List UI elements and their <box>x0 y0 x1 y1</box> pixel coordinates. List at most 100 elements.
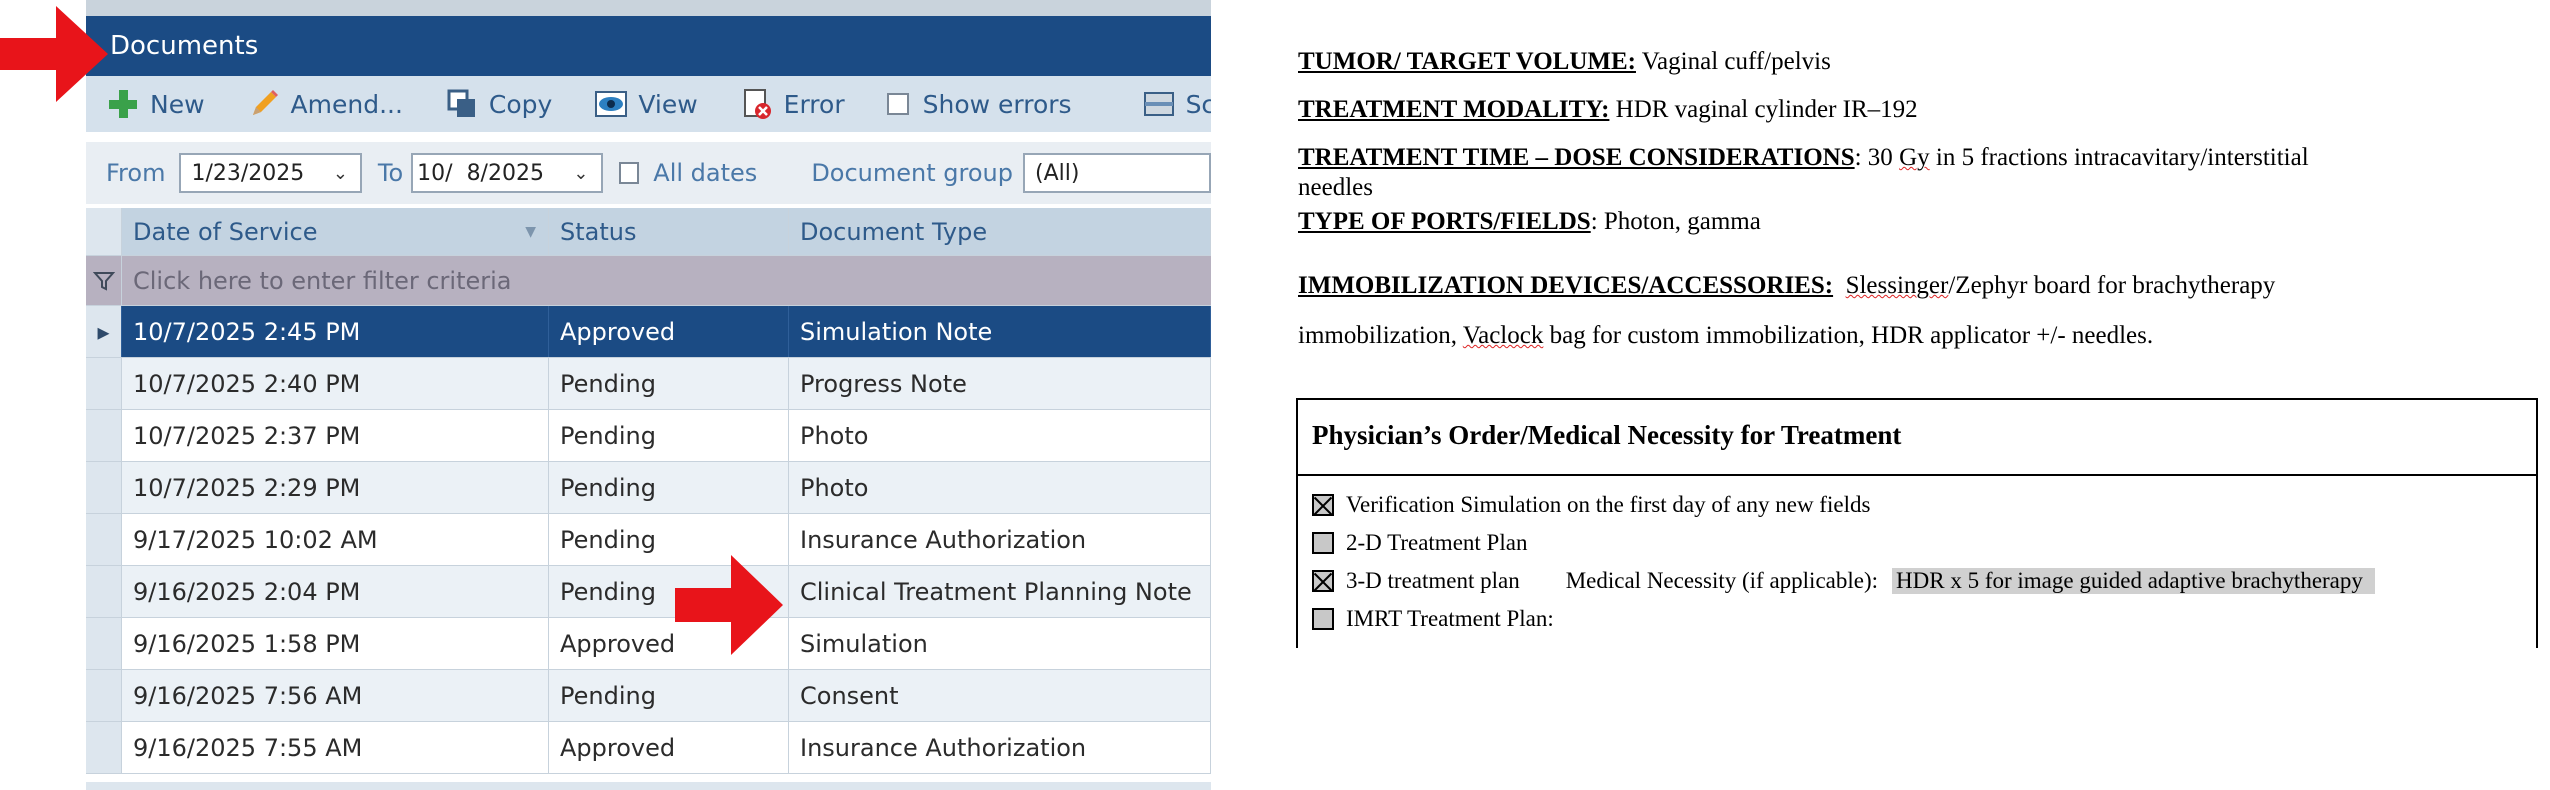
filter-bar: From 1/23/2025 ⌄ To 10/ 8/2025 ⌄ All dat… <box>86 142 1211 204</box>
cell-status[interactable]: Pending <box>549 410 789 461</box>
view-button[interactable]: View <box>594 87 698 121</box>
table-row[interactable]: 10/7/2025 2:37 PM Pending Photo <box>86 410 1211 462</box>
cell-document-type[interactable]: Simulation <box>789 618 1211 669</box>
row-indicator-cell[interactable] <box>86 462 122 513</box>
row-indicator-cell[interactable] <box>86 618 122 669</box>
table-row[interactable]: 9/16/2025 7:56 AM Pending Consent <box>86 670 1211 722</box>
order-item-label: 3-D treatment plan <box>1346 568 1520 593</box>
row-indicator-cell[interactable] <box>86 514 122 565</box>
immobilization-value-cont: immobilization, <box>1298 322 1463 349</box>
eye-icon <box>594 87 628 121</box>
cell-date-of-service[interactable]: 10/7/2025 2:40 PM <box>122 358 549 409</box>
to-date-value: 10/ 8/2025 <box>417 160 544 186</box>
table-row[interactable]: 9/16/2025 7:55 AM Approved Insurance Autho… <box>86 722 1211 774</box>
table-row[interactable]: 9/17/2025 10:02 AM Pending Insurance Autho… <box>86 514 1211 566</box>
table-row[interactable]: 9/16/2025 2:04 PM Pending Clinical Treatme… <box>86 566 1211 618</box>
error-button[interactable]: Error <box>740 87 845 121</box>
copy-button[interactable]: Copy <box>445 87 552 121</box>
cell-date-of-service[interactable]: 9/16/2025 2:04 PM <box>122 566 549 617</box>
cell-date-of-service[interactable]: 10/7/2025 2:29 PM <box>122 462 549 513</box>
grid-filter-row[interactable]: Click here to enter filter criteria <box>86 256 1211 306</box>
order-item: 2-D Treatment Plan <box>1312 530 1527 556</box>
physician-order-box: Physician’s Order/Medical Necessity for … <box>1296 398 2538 648</box>
cell-document-type[interactable]: Photo <box>789 410 1211 461</box>
cell-status[interactable]: Pending <box>549 670 789 721</box>
order-item: 3-D treatment plan Medical Necessity (if … <box>1312 568 2375 594</box>
column-header-document-type[interactable]: Document Type <box>789 208 1211 255</box>
unchecked-box-icon[interactable] <box>1312 532 1334 554</box>
cell-date-of-service[interactable]: 10/7/2025 2:45 PM <box>122 306 549 357</box>
plus-icon <box>106 87 140 121</box>
show-errors-toggle[interactable]: Show errors <box>886 90 1072 119</box>
treatment-time-line-2: needles <box>1298 174 1373 201</box>
amend-button[interactable]: Amend... <box>247 87 403 121</box>
grid-header-row: Date of Service ▼ Status Document Type <box>86 208 1211 256</box>
modality-value: HDR vaginal cylinder IR–192 <box>1609 96 1918 123</box>
row-indicator-cell[interactable] <box>86 670 122 721</box>
cell-document-type[interactable]: Insurance Authorization <box>789 722 1211 773</box>
treatment-document: TUMOR/ TARGET VOLUME: Vaginal cuff/pelvi… <box>1290 0 2550 790</box>
cell-date-of-service[interactable]: 9/16/2025 1:58 PM <box>122 618 549 669</box>
from-date-picker[interactable]: 1/23/2025 ⌄ <box>179 153 362 193</box>
cell-document-type[interactable]: Insurance Authorization <box>789 514 1211 565</box>
order-item-label: Verification Simulation on the first day… <box>1346 492 1871 517</box>
to-date-picker[interactable]: 10/ 8/2025 ⌄ <box>411 153 603 193</box>
checked-box-icon[interactable] <box>1312 494 1334 516</box>
row-indicator-cell[interactable] <box>86 410 122 461</box>
column-header-label: Document Type <box>800 217 988 246</box>
cell-status[interactable]: Approved <box>549 306 789 357</box>
cell-date-of-service[interactable]: 9/16/2025 7:55 AM <box>122 722 549 773</box>
grid-bottom-strip <box>86 782 1211 790</box>
to-label: To <box>377 159 404 187</box>
checked-box-icon[interactable] <box>1312 570 1334 592</box>
view-button-label: View <box>638 89 698 119</box>
table-row[interactable]: ▸ 10/7/2025 2:45 PM Approved Simulation Not… <box>86 306 1211 358</box>
filter-funnel-icon[interactable] <box>86 256 122 305</box>
column-header-label: Date of Service <box>133 217 318 246</box>
cell-status[interactable]: Pending <box>549 358 789 409</box>
column-header-label: Status <box>560 217 637 246</box>
cell-document-type[interactable]: Progress Note <box>789 358 1211 409</box>
cell-status[interactable]: Pending <box>549 462 789 513</box>
ports-value: : Photon, gamma <box>1590 208 1761 235</box>
row-indicator-cell[interactable] <box>86 358 122 409</box>
treatment-time-value: : 30 <box>1854 144 1900 171</box>
cell-date-of-service[interactable]: 9/17/2025 10:02 AM <box>122 514 549 565</box>
cell-document-type[interactable]: Photo <box>789 462 1211 513</box>
show-errors-checkbox[interactable] <box>886 93 909 115</box>
window-title: Documents <box>86 16 1211 76</box>
table-row[interactable]: 9/16/2025 1:58 PM Approved Simulation <box>86 618 1211 670</box>
document-group-label: Document group <box>811 159 1013 187</box>
immobilization-value: /Zephyr board for brachytherapy <box>1948 272 2276 299</box>
cell-document-type[interactable]: Clinical Treatment Planning Note <box>789 566 1211 617</box>
cell-date-of-service[interactable]: 10/7/2025 2:37 PM <box>122 410 549 461</box>
order-item-label: IMRT Treatment Plan: <box>1346 606 1554 631</box>
order-item-label: 2-D Treatment Plan <box>1346 530 1528 555</box>
order-divider <box>1298 474 2536 476</box>
chevron-down-icon[interactable]: ⌄ <box>333 163 348 184</box>
cell-document-type[interactable]: Consent <box>789 670 1211 721</box>
filter-criteria-input[interactable]: Click here to enter filter criteria <box>122 256 1211 305</box>
table-row[interactable]: 10/7/2025 2:40 PM Pending Progress Note <box>86 358 1211 410</box>
column-header-date-of-service[interactable]: Date of Service ▼ <box>122 208 549 255</box>
all-dates-checkbox[interactable] <box>618 162 640 184</box>
row-indicator-cell[interactable] <box>86 566 122 617</box>
row-indicator-arrow-icon[interactable]: ▸ <box>86 306 122 357</box>
chevron-down-icon[interactable]: ⌄ <box>573 163 588 184</box>
cell-status[interactable]: Approved <box>549 722 789 773</box>
cell-date-of-service[interactable]: 9/16/2025 7:56 AM <box>122 670 549 721</box>
row-indicator-cell[interactable] <box>86 722 122 773</box>
scan-button[interactable]: Scan <box>1142 87 1211 121</box>
unchecked-box-icon[interactable] <box>1312 608 1334 630</box>
new-button[interactable]: New <box>106 87 205 121</box>
immobilization-device-2: Vaclock <box>1462 322 1544 349</box>
cell-document-type[interactable]: Simulation Note <box>789 306 1211 357</box>
grid-body: ▸ 10/7/2025 2:45 PM Approved Simulation Not… <box>86 306 1211 774</box>
scanner-icon <box>1142 87 1176 121</box>
column-header-status[interactable]: Status <box>549 208 789 255</box>
document-group-value: (All) <box>1034 160 1080 186</box>
scan-button-label: Scan <box>1185 89 1211 119</box>
document-group-select[interactable]: (All) <box>1022 153 1211 193</box>
tumor-value: Vaginal cuff/pelvis <box>1635 48 1831 75</box>
table-row[interactable]: 10/7/2025 2:29 PM Pending Photo <box>86 462 1211 514</box>
